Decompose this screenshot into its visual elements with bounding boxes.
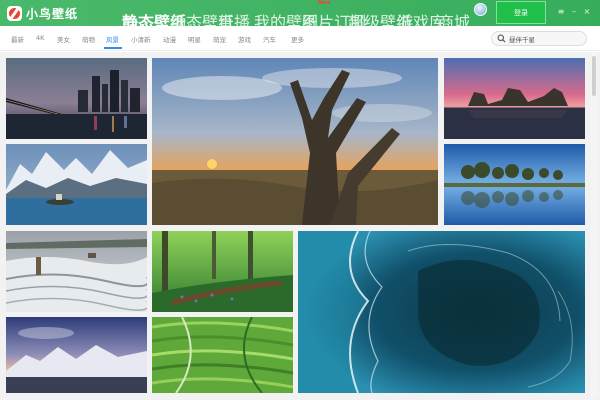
scrollbar-thumb[interactable]	[592, 56, 596, 96]
app-name: 小鸟壁纸	[26, 6, 79, 21]
category-cars[interactable]: 汽车	[263, 34, 276, 44]
menu-icon[interactable]: ≡	[556, 7, 566, 17]
search-box[interactable]	[491, 31, 587, 46]
active-category-indicator	[104, 47, 122, 49]
category-latest[interactable]: 最新	[11, 34, 24, 44]
tile-snow-hills-house[interactable]	[6, 231, 147, 312]
category-fresh[interactable]: 小清新	[131, 34, 151, 44]
category-scenery[interactable]: 风景	[106, 34, 119, 44]
bird-logo-icon	[7, 5, 22, 21]
tile-ocean-aerial[interactable]	[298, 231, 585, 393]
tile-snow-mountains-sunset[interactable]	[6, 317, 147, 393]
tile-pink-sky-rocks[interactable]	[444, 58, 585, 139]
login-button[interactable]: 登录	[496, 1, 546, 24]
category-games[interactable]: 游戏	[238, 34, 251, 44]
tile-city-bridge-night[interactable]	[6, 58, 147, 139]
scrollbar-track[interactable]	[591, 52, 597, 398]
tile-trees-reflection-lake[interactable]	[444, 144, 585, 225]
app-logo[interactable]: 小鸟壁纸	[7, 5, 78, 21]
tile-green-terraces[interactable]	[152, 317, 293, 393]
user-avatar[interactable]	[474, 3, 487, 16]
category-anime[interactable]: 动漫	[163, 34, 176, 44]
title-bar: 小鸟壁纸 静态壁纸 动态壁纸 直播 我的壁纸 图片订制 New 超级壁纸 游戏库…	[0, 0, 600, 32]
search-icon[interactable]	[497, 34, 506, 43]
category-4k[interactable]: 4K	[36, 34, 44, 42]
minimize-icon[interactable]: –	[569, 7, 579, 17]
category-pets[interactable]: 萌宠	[213, 34, 226, 44]
close-icon[interactable]: ×	[582, 7, 592, 17]
category-beauty[interactable]: 美女	[57, 34, 70, 44]
tile-mountain-lake-island[interactable]	[6, 144, 147, 225]
new-badge: New	[318, 0, 331, 6]
tile-dead-tree-sunset[interactable]	[152, 58, 438, 225]
category-cute[interactable]: 萌物	[82, 34, 95, 44]
search-input[interactable]	[509, 34, 579, 43]
tile-green-forest-path[interactable]	[152, 231, 293, 312]
category-more[interactable]: 更多	[291, 34, 304, 44]
category-celebrity[interactable]: 明星	[188, 34, 201, 44]
